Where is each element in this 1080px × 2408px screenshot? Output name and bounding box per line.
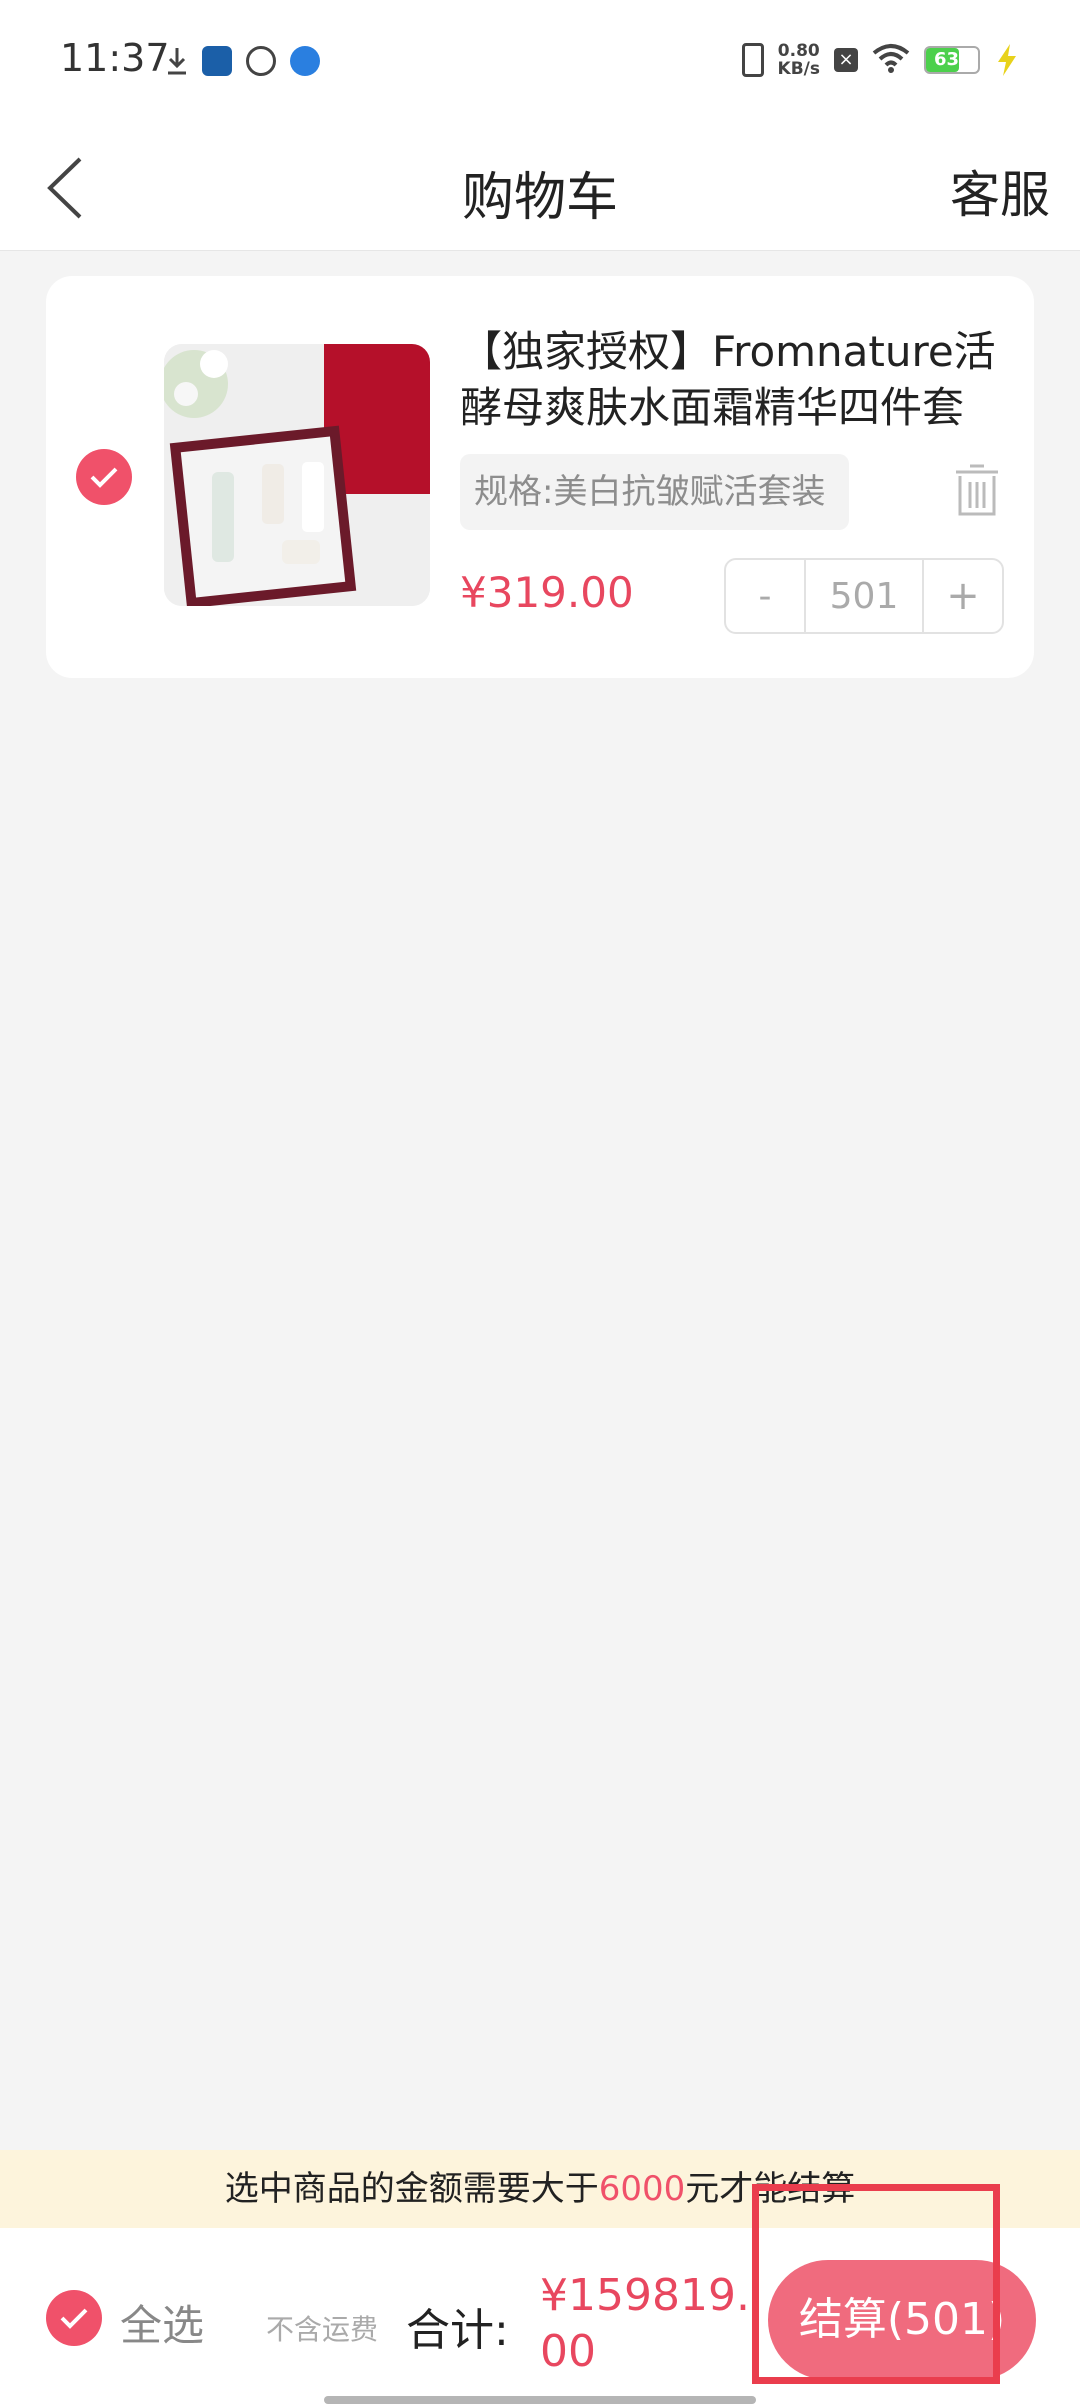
product-spec[interactable]: 规格:美白抗皱赋活套装: [460, 454, 850, 530]
trash-icon: [956, 464, 998, 516]
network-speed-value: 0.80: [777, 41, 820, 61]
product-title[interactable]: 【独家授权】Fromnature活酵母爽肤水面霜精华四件套: [460, 324, 1000, 436]
quantity-decrease-button[interactable]: -: [726, 560, 806, 632]
vibrate-icon: [741, 43, 764, 77]
minimum-amount-notice: 选中商品的金额需要大于6000元才能结算: [0, 2150, 1080, 2228]
item-checkbox[interactable]: [76, 449, 132, 505]
notice-prefix: 选中商品的金额需要大于: [224, 2169, 599, 2209]
home-indicator[interactable]: [324, 2396, 756, 2404]
check-icon: [60, 2308, 88, 2329]
product-price: ¥319.00: [460, 568, 634, 617]
battery-icon: 63: [924, 46, 980, 74]
cart-item-card: 【独家授权】Fromnature活酵母爽肤水面霜精华四件套 规格:美白抗皱赋活套…: [46, 276, 1034, 678]
total-label: 合计:: [406, 2305, 509, 2356]
product-image[interactable]: [164, 344, 430, 606]
select-all-checkbox[interactable]: [46, 2290, 102, 2346]
notification-icons: [166, 46, 320, 76]
wifi-icon: [872, 43, 910, 77]
notice-suffix: 元才能结算: [685, 2169, 856, 2209]
no-sim-icon: ×: [834, 48, 858, 72]
quantity-input[interactable]: 501: [806, 560, 924, 632]
download-icon: [166, 46, 188, 76]
security-app-icon: [290, 46, 320, 76]
check-icon: [90, 467, 118, 488]
status-time: 11:37: [60, 36, 170, 80]
total-amount: ¥159819.00: [540, 2270, 750, 2377]
select-all-label[interactable]: 全选: [120, 2292, 204, 2353]
checkout-button[interactable]: 结算(501): [768, 2260, 1036, 2380]
leaf-app-icon: [246, 46, 276, 76]
charging-icon: [994, 43, 1020, 77]
delete-button[interactable]: [954, 462, 1000, 518]
customer-service-button[interactable]: 客服: [950, 155, 1050, 227]
nav-header: 购物车 客服: [0, 125, 1080, 251]
network-speed-unit: KB/s: [777, 59, 820, 79]
app-notification-icon: [202, 46, 232, 76]
quantity-stepper: - 501 +: [724, 558, 1004, 634]
network-speed: 0.80 KB/s: [778, 42, 820, 78]
status-bar: 11:37 0.80 KB/s × 63: [0, 0, 1080, 125]
shipping-note: 不含运费: [266, 2313, 379, 2346]
system-icons: 0.80 KB/s × 63: [741, 42, 1020, 78]
notice-amount: 6000: [598, 2169, 686, 2209]
page-title: 购物车: [461, 168, 618, 228]
checkout-bar: 全选 不含运费 合计: ¥159819.00 结算(501): [0, 2228, 1080, 2408]
quantity-increase-button[interactable]: +: [924, 560, 1002, 632]
battery-level: 63: [934, 49, 960, 70]
